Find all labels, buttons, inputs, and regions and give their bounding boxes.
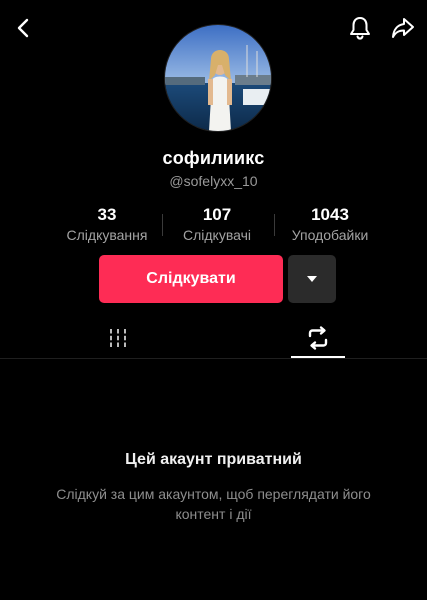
caret-down-icon <box>307 276 317 282</box>
stat-following-label: Слідкування <box>66 227 148 243</box>
stat-likes[interactable]: 1043 Уподобайки <box>275 204 385 244</box>
avatar-photo <box>165 25 271 131</box>
tab-videos[interactable] <box>78 318 158 358</box>
private-account-description: Слідкуй за цим акаунтом, щоб переглядати… <box>56 486 371 522</box>
stat-likes-value: 1043 <box>311 205 349 224</box>
repost-icon <box>308 326 328 350</box>
back-button[interactable] <box>6 10 42 46</box>
share-button[interactable] <box>385 10 421 46</box>
bell-icon <box>350 17 370 40</box>
stat-followers-value: 107 <box>202 205 232 224</box>
profile-handle: @sofelyxx_10 <box>169 173 258 189</box>
profile-display-name: софилиикс <box>162 148 265 168</box>
stat-following-value: 33 <box>97 205 117 224</box>
tab-reposts[interactable] <box>278 318 358 358</box>
profile-stats: 33 Слідкування 107 Слідкувачі 1043 Уподо… <box>54 204 374 248</box>
profile-tabs <box>0 318 427 360</box>
follow-button[interactable]: Слідкувати <box>99 255 283 303</box>
stat-followers[interactable]: 107 Слідкувачі <box>162 204 272 244</box>
notifications-button[interactable] <box>342 10 378 46</box>
stat-followers-label: Слідкувачі <box>182 227 251 243</box>
suggested-accounts-button[interactable] <box>288 255 336 303</box>
private-account-title: Цей акаунт приватний <box>125 451 302 468</box>
chevron-left-icon <box>17 18 29 38</box>
grid-icon <box>110 329 126 347</box>
stat-following[interactable]: 33 Слідкування <box>52 204 162 244</box>
share-arrow-icon <box>392 18 414 38</box>
stat-likes-label: Уподобайки <box>291 227 369 243</box>
avatar[interactable] <box>164 24 272 132</box>
tabs-divider <box>0 358 427 359</box>
